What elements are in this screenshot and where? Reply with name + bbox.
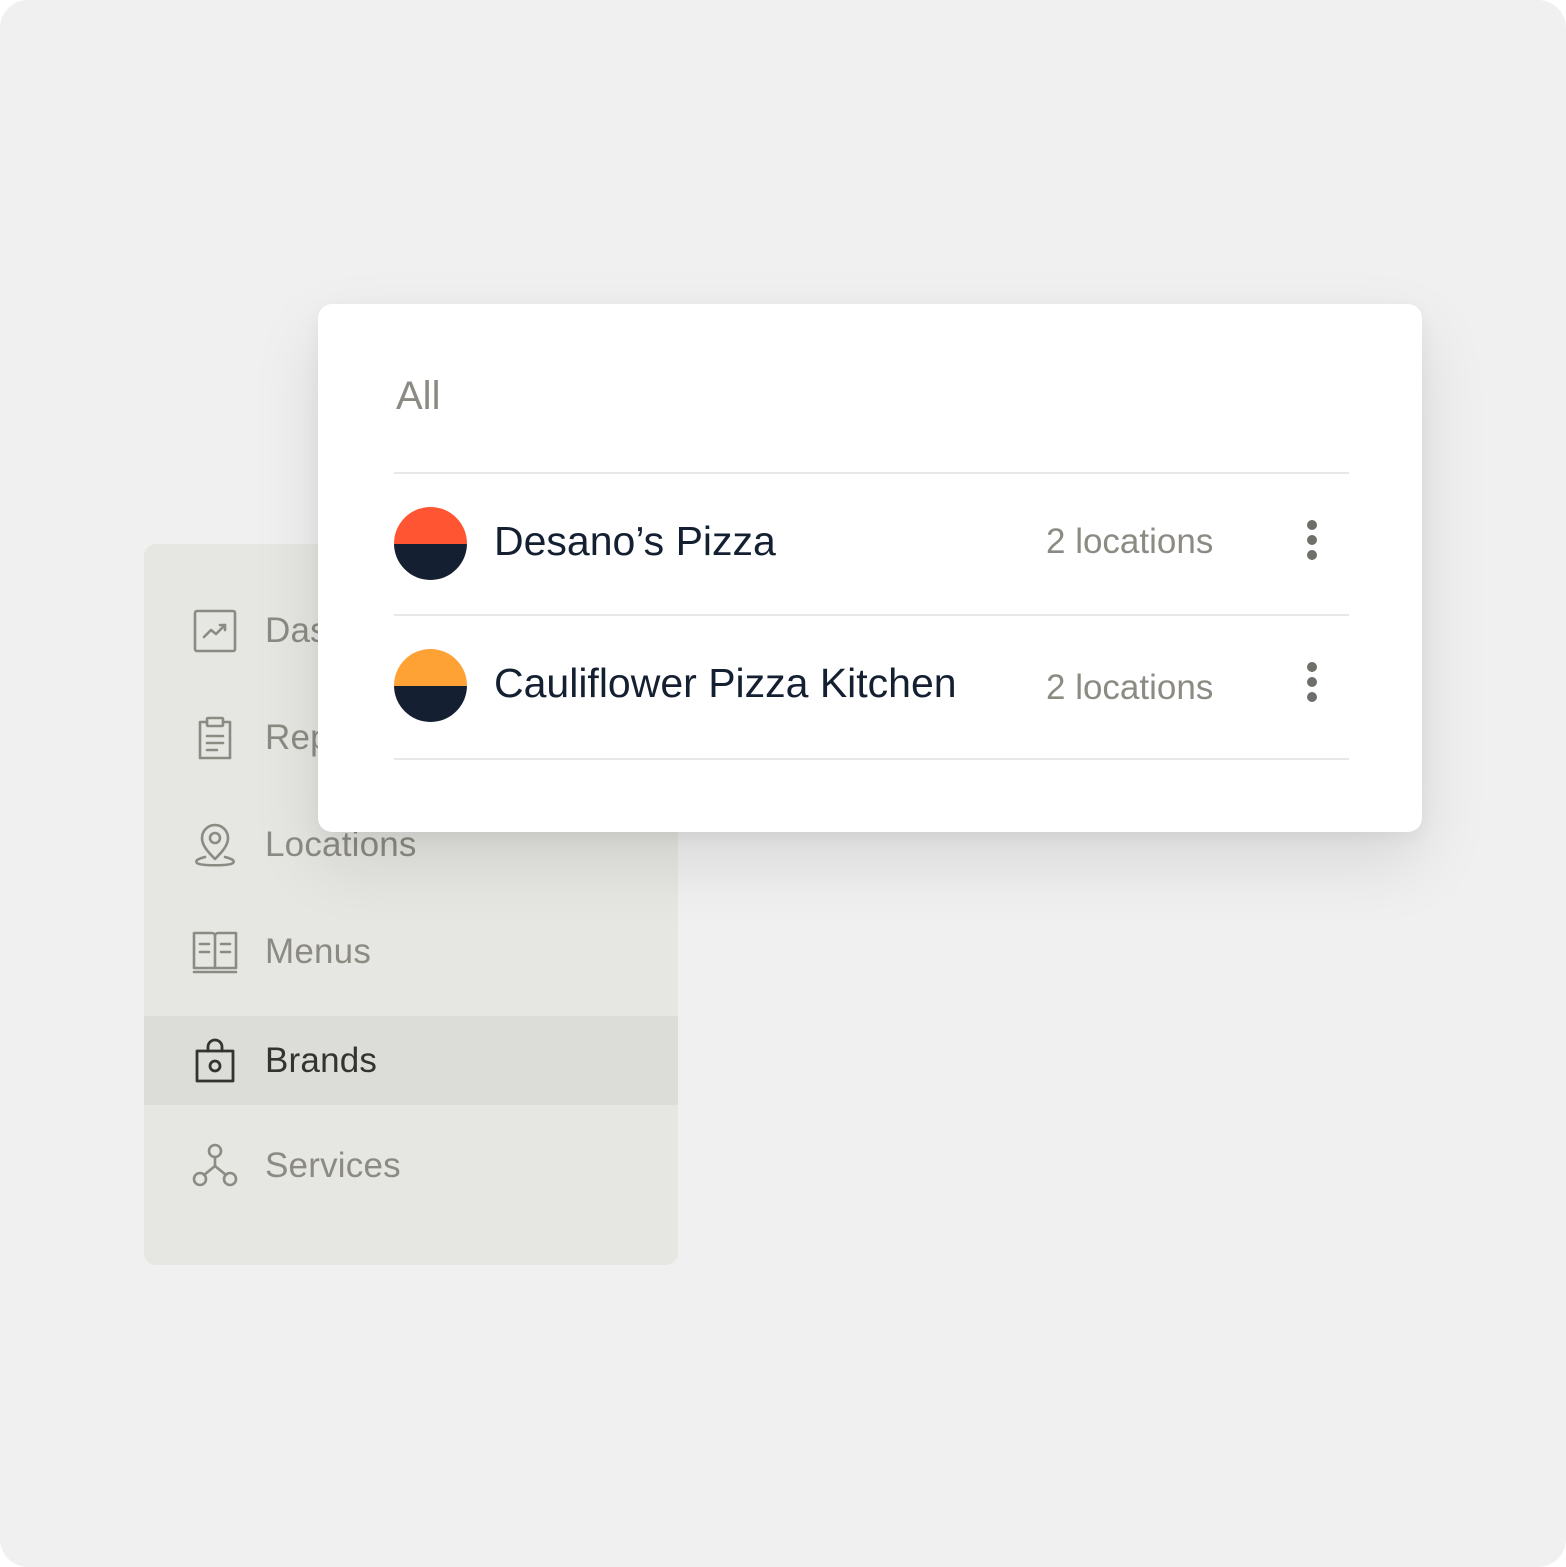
brand-name: Desano’s Pizza: [494, 518, 776, 564]
sidebar-item-services[interactable]: Services: [144, 1121, 678, 1210]
chart-trend-icon: [191, 607, 239, 655]
panel-heading: All: [396, 374, 441, 418]
sidebar-item-label: Menus: [265, 931, 372, 971]
brand-logo: [394, 649, 467, 722]
sidebar-item-label: Services: [265, 1145, 401, 1185]
divider: [394, 758, 1349, 760]
connected-nodes-icon: [191, 1142, 239, 1190]
brand-logo-top: [394, 507, 467, 544]
sidebar-item-brands[interactable]: Brands: [144, 1016, 678, 1105]
brand-logo-bottom: [394, 543, 467, 580]
sidebar-item-label: Brands: [265, 1040, 378, 1080]
more-options-icon[interactable]: [1302, 520, 1322, 566]
brand-row-desanos-pizza[interactable]: Desano’s Pizza 2 locations: [394, 474, 1349, 614]
sidebar-item-menus[interactable]: Menus: [144, 907, 678, 996]
brand-logo-bottom: [394, 685, 467, 722]
brand-row-cauliflower-pizza-kitchen[interactable]: Cauliflower Pizza Kitchen 2 locations: [394, 616, 1349, 756]
shopping-bag-icon: [191, 1037, 239, 1085]
brand-location-count: 2 locations: [1046, 668, 1214, 707]
brands-panel: All Desano’s Pizza 2 locations Cauliflow…: [318, 304, 1422, 832]
map-pin-icon: [191, 821, 239, 869]
brand-logo: [394, 507, 467, 580]
brand-location-count: 2 locations: [1046, 522, 1214, 561]
app-canvas: Dashboard Reports Locations: [0, 0, 1566, 1567]
brand-name: Cauliflower Pizza Kitchen: [494, 660, 957, 706]
more-options-icon[interactable]: [1302, 662, 1322, 708]
brand-logo-top: [394, 649, 467, 686]
open-book-icon: [191, 928, 239, 976]
clipboard-icon: [191, 714, 239, 762]
